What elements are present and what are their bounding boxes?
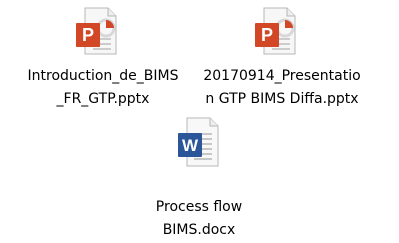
file-name-line-1: Process flow <box>155 199 243 215</box>
file-name-line-1: Introduction_de_BIMS <box>27 68 179 84</box>
powerpoint-document-icon: P <box>76 7 117 55</box>
powerpoint-document-icon: P <box>255 7 296 55</box>
powerpoint-badge-letter: P <box>261 25 273 45</box>
file-name: 20170914_Presentatio n GTP BIMS Diffa.pp… <box>187 65 377 111</box>
powerpoint-badge-letter: P <box>82 25 94 45</box>
file-name-line-2: n GTP BIMS Diffa.pptx <box>205 91 359 107</box>
file-name-line-2: _FR_GTP.pptx <box>56 91 150 107</box>
word-badge-letter: W <box>182 136 199 155</box>
file-name: Process flow BIMS.docx <box>104 196 294 242</box>
desktop-file-area: P Introduction_de_BIMS _FR_GTP.pptx P 20… <box>0 0 399 243</box>
file-name-line-1: 20170914_Presentatio <box>203 68 361 84</box>
file-name: Introduction_de_BIMS _FR_GTP.pptx <box>8 65 198 111</box>
word-document-icon: W <box>178 117 219 167</box>
file-name-line-2: BIMS.docx <box>162 222 236 238</box>
